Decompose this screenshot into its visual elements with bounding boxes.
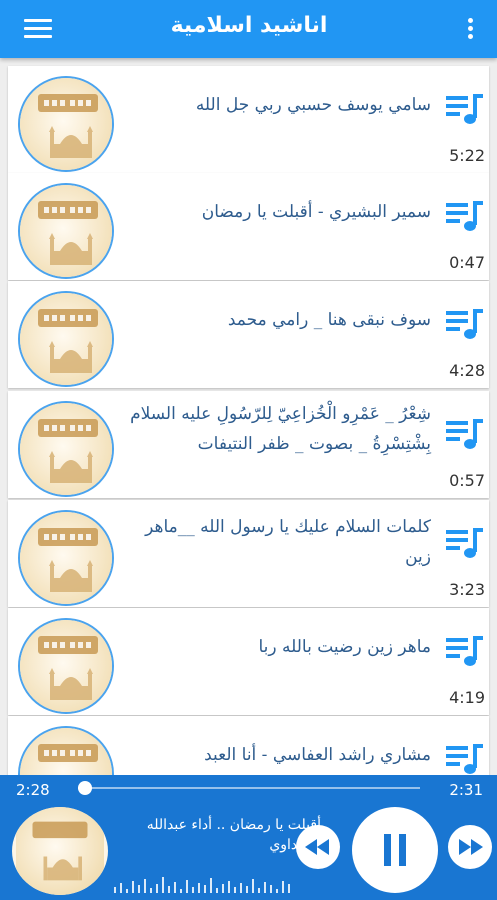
seek-bar[interactable] bbox=[77, 781, 420, 795]
mosque-crescent-thumbnail bbox=[20, 620, 112, 712]
more-vert-icon[interactable] bbox=[467, 18, 473, 40]
track-thumbnail bbox=[18, 618, 114, 714]
visualizer-bar bbox=[162, 877, 164, 893]
seek-thumb[interactable] bbox=[77, 781, 92, 795]
queue-music-button[interactable] bbox=[445, 634, 485, 670]
visualizer-bar bbox=[258, 888, 260, 893]
track-item[interactable]: سوف نبقى هنا _ رامي محمد 4:28 bbox=[8, 281, 489, 388]
visualizer-bar bbox=[228, 881, 230, 893]
visualizer-bar bbox=[156, 884, 158, 893]
visualizer-bar bbox=[186, 880, 188, 893]
visualizer-bar bbox=[120, 883, 122, 893]
track-item[interactable]: كلمات السلام عليك يا رسول الله __ماهر زي… bbox=[8, 500, 489, 607]
visualizer-bar bbox=[180, 889, 182, 893]
track-title: شِعْرُ _ عَمْرِو الْخُزاعِيّ لِلرّسُولِ … bbox=[130, 404, 431, 454]
track-duration: 0:47 bbox=[449, 253, 485, 272]
total-time: 2:31 bbox=[449, 781, 483, 799]
visualizer-bar bbox=[150, 888, 152, 893]
visualizer-bar bbox=[270, 885, 272, 893]
now-playing-artwork bbox=[12, 807, 108, 895]
queue-music-icon bbox=[446, 744, 483, 774]
now-playing-title: أقبلت يا رمضان .. أداء عبدالله المهداوي bbox=[146, 817, 321, 853]
mosque-crescent-thumbnail bbox=[20, 293, 112, 385]
visualizer-bar bbox=[246, 886, 248, 893]
track-title: كلمات السلام عليك يا رسول الله __ماهر زي… bbox=[145, 517, 431, 567]
visualizer-bar bbox=[234, 887, 236, 893]
queue-music-button[interactable] bbox=[445, 742, 485, 775]
mosque-crescent-art bbox=[16, 807, 104, 895]
queue-music-icon bbox=[446, 528, 483, 558]
mosque-crescent-thumbnail bbox=[20, 78, 112, 170]
app-toolbar: اناشيد اسلامية bbox=[0, 0, 497, 58]
track-title: سوف نبقى هنا _ رامي محمد bbox=[227, 310, 431, 330]
visualizer-bar bbox=[132, 881, 134, 893]
track-duration: 4:19 bbox=[449, 688, 485, 707]
track-item[interactable]: شِعْرُ _ عَمْرِو الْخُزاعِيّ لِلرّسُولِ … bbox=[8, 391, 489, 498]
queue-music-button[interactable] bbox=[445, 92, 485, 128]
queue-music-icon bbox=[446, 309, 483, 339]
visualizer-bar bbox=[126, 889, 128, 893]
visualizer-bar bbox=[264, 882, 266, 893]
track-duration: 4:28 bbox=[449, 361, 485, 380]
queue-music-icon bbox=[446, 419, 483, 449]
track-thumbnail bbox=[18, 183, 114, 279]
queue-music-button[interactable] bbox=[445, 417, 485, 453]
mosque-crescent-thumbnail bbox=[20, 403, 112, 495]
track-thumbnail bbox=[18, 401, 114, 497]
fast-forward-icon bbox=[459, 839, 483, 855]
track-thumbnail bbox=[18, 726, 114, 775]
visualizer-bar bbox=[192, 887, 194, 893]
track-thumbnail bbox=[18, 76, 114, 172]
queue-music-icon bbox=[446, 636, 483, 666]
track-item[interactable]: سامي يوسف حسبي ربي جل الله 5:22 bbox=[8, 66, 489, 173]
queue-music-button[interactable] bbox=[445, 526, 485, 562]
hamburger-menu-icon[interactable] bbox=[24, 19, 52, 39]
previous-button[interactable] bbox=[296, 825, 340, 869]
rewind-icon bbox=[305, 839, 329, 855]
visualizer-bar bbox=[168, 886, 170, 893]
pause-button[interactable] bbox=[352, 807, 438, 893]
visualizer-bar bbox=[198, 883, 200, 893]
track-thumbnail bbox=[18, 510, 114, 606]
track-duration: 5:22 bbox=[449, 146, 485, 165]
track-title: مشاري راشد العفاسي - أنا العبد bbox=[204, 745, 431, 765]
pause-icon bbox=[384, 834, 406, 866]
queue-music-button[interactable] bbox=[445, 307, 485, 343]
visualizer-bar bbox=[144, 879, 146, 893]
track-list[interactable]: سامي يوسف حسبي ربي جل الله 5:22 سمير الب… bbox=[0, 58, 497, 775]
track-thumbnail bbox=[18, 291, 114, 387]
queue-music-button[interactable] bbox=[445, 199, 485, 235]
visualizer-bar bbox=[252, 879, 254, 893]
queue-music-icon bbox=[446, 201, 483, 231]
app-title: اناشيد اسلامية bbox=[170, 13, 328, 38]
current-time: 2:28 bbox=[16, 781, 50, 799]
track-title: سامي يوسف حسبي ربي جل الله bbox=[195, 95, 431, 115]
visualizer-bar bbox=[174, 882, 176, 893]
visualizer-bar bbox=[138, 885, 140, 893]
track-duration: 3:23 bbox=[449, 580, 485, 599]
track-duration: 0:57 bbox=[449, 471, 485, 490]
visualizer-bar bbox=[240, 883, 242, 893]
visualizer-bar bbox=[288, 884, 290, 893]
visualizer-bar bbox=[210, 878, 212, 893]
visualizer-bar bbox=[114, 887, 116, 893]
track-title: سمير البشيري - أقبلت يا رمضان bbox=[201, 202, 431, 222]
mosque-crescent-thumbnail bbox=[20, 728, 112, 775]
track-title: ماهر زين رضيت بالله ربا bbox=[258, 637, 431, 657]
queue-music-icon bbox=[446, 94, 483, 124]
visualizer-bar bbox=[276, 889, 278, 893]
next-button[interactable] bbox=[448, 825, 492, 869]
mosque-crescent-thumbnail bbox=[20, 512, 112, 604]
audio-visualizer bbox=[114, 877, 290, 893]
mini-player: 2:28 2:31 أقبلت يا رمضان .. أداء عبدالله bbox=[0, 775, 497, 900]
track-item[interactable]: ماهر زين رضيت بالله ربا 4:19 bbox=[8, 608, 489, 715]
visualizer-bar bbox=[216, 888, 218, 893]
mosque-crescent-thumbnail bbox=[20, 185, 112, 277]
track-item[interactable]: مشاري راشد العفاسي - أنا العبد bbox=[8, 716, 489, 775]
visualizer-bar bbox=[222, 884, 224, 893]
visualizer-bar bbox=[204, 885, 206, 893]
visualizer-bar bbox=[282, 881, 284, 893]
track-item[interactable]: سمير البشيري - أقبلت يا رمضان 0:47 bbox=[8, 173, 489, 280]
